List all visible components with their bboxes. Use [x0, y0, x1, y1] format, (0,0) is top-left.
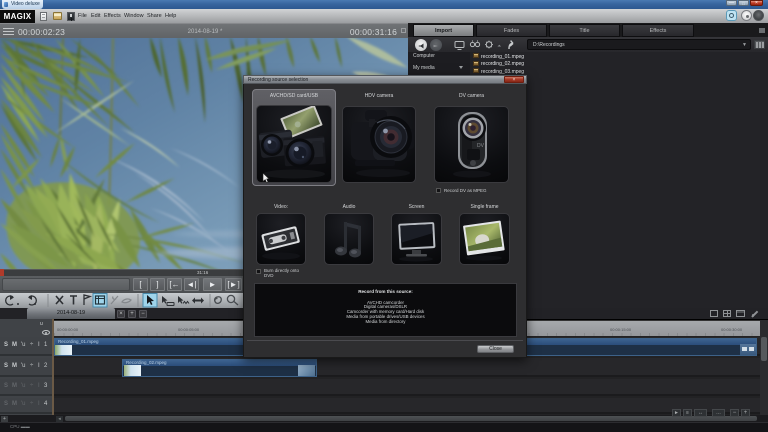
svg-text:DV: DV	[477, 143, 485, 149]
